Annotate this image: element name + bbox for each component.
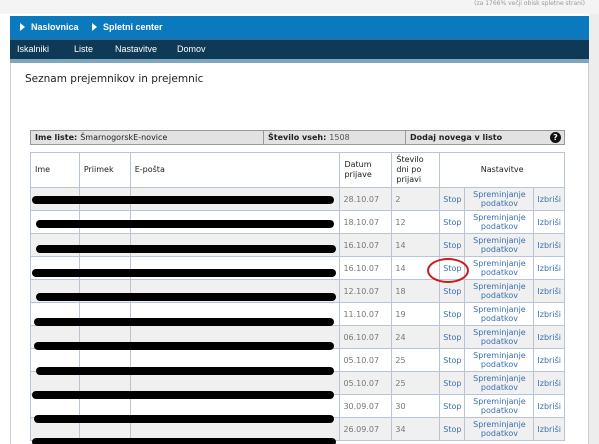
delete-link[interactable]: Izbriši <box>533 394 565 418</box>
col-header-surname: Priimek <box>78 152 131 188</box>
edit-link[interactable]: Spreminjanje podatkov <box>464 302 535 326</box>
arrow-right-icon <box>20 23 25 31</box>
cell-date: 18.10.07 <box>339 210 393 234</box>
cell-date: 16.10.07 <box>339 256 393 280</box>
redaction-bar <box>36 367 334 375</box>
redaction-bar <box>32 269 336 277</box>
delete-link[interactable]: Izbriši <box>533 279 565 303</box>
header-link-label: Naslovnica <box>31 22 79 32</box>
delete-link[interactable]: Izbriši <box>533 417 565 441</box>
list-info-bar: Ime liste: ŠmarnogorskE-novice Število v… <box>30 130 565 145</box>
stop-link[interactable]: Stop <box>439 302 466 326</box>
edit-link[interactable]: Spreminjanje podatkov <box>464 187 535 211</box>
stop-link[interactable]: Stop <box>439 279 466 303</box>
cell-days: 24 <box>391 325 441 349</box>
col-header-days: Število dni po prijavi <box>391 152 441 188</box>
edit-link[interactable]: Spreminjanje podatkov <box>464 417 535 441</box>
edit-link[interactable]: Spreminjanje podatkov <box>464 394 535 418</box>
stop-link[interactable]: Stop <box>439 210 466 234</box>
cell-days: 34 <box>391 417 441 441</box>
cell-date: 11.10.07 <box>339 302 393 326</box>
count-cell: Število vseh: 1508 <box>264 131 406 144</box>
cell-date: 05.10.07 <box>339 348 393 372</box>
add-recipient-link[interactable]: Dodaj novega v listo <box>410 133 502 142</box>
cell-days: 30 <box>391 394 441 418</box>
list-name-value: ŠmarnogorskE-novice <box>80 133 168 142</box>
cell-date: 16.10.07 <box>339 233 393 257</box>
cell-date: 06.10.07 <box>339 325 393 349</box>
cell-date: 28.10.07 <box>339 187 393 211</box>
edit-link[interactable]: Spreminjanje podatkov <box>464 371 535 395</box>
count-label: Število vseh: <box>268 133 327 142</box>
nav-item-nastavitve[interactable]: Nastavitve <box>115 44 157 54</box>
redaction-bar <box>32 391 334 399</box>
edit-link[interactable]: Spreminjanje podatkov <box>464 348 535 372</box>
header-bar: Naslovnica Spletni center <box>10 16 589 39</box>
cell-days: 14 <box>391 233 441 257</box>
edit-link[interactable]: Spreminjanje podatkov <box>464 233 535 257</box>
stop-link[interactable]: Stop <box>439 187 466 211</box>
delete-link[interactable]: Izbriši <box>533 325 565 349</box>
redaction-bar <box>32 438 336 444</box>
top-note: (za 1766% večji obisk spletne strani) <box>474 0 585 7</box>
list-name-cell: Ime liste: ŠmarnogorskE-novice <box>31 131 264 144</box>
cell-days: 25 <box>391 371 441 395</box>
delete-link[interactable]: Izbriši <box>533 233 565 257</box>
cell-days: 18 <box>391 279 441 303</box>
redaction-bar <box>34 342 334 350</box>
nav-bar: Iskalniki Liste Nastavitve Domov <box>10 39 589 59</box>
edit-link[interactable]: Spreminjanje podatkov <box>464 210 535 234</box>
redaction-bar <box>36 220 334 228</box>
delete-link[interactable]: Izbriši <box>533 348 565 372</box>
scrollbar-gutter[interactable] <box>589 14 599 444</box>
cell-days: 25 <box>391 348 441 372</box>
highlight-circle <box>427 258 469 283</box>
cell-date: 12.10.07 <box>339 279 393 303</box>
count-value: 1508 <box>329 133 350 142</box>
edit-link[interactable]: Spreminjanje podatkov <box>464 325 535 349</box>
add-recipient-cell: Dodaj novega v listo ? <box>406 131 564 144</box>
stop-link[interactable]: Stop <box>439 325 466 349</box>
cell-date: 26.09.07 <box>339 417 393 441</box>
col-header-name: Ime <box>30 152 80 188</box>
nav-item-liste[interactable]: Liste <box>74 44 93 54</box>
cell-days: 19 <box>391 302 441 326</box>
col-header-date: Datum prijave <box>339 152 393 188</box>
stop-link[interactable]: Stop <box>439 233 466 257</box>
stop-link[interactable]: Stop <box>439 394 466 418</box>
edit-link[interactable]: Spreminjanje podatkov <box>464 256 535 280</box>
col-header-email: E-pošta <box>129 152 341 188</box>
cell-days: 12 <box>391 210 441 234</box>
page-title: Seznam prejemnikov in prejemnic <box>25 73 204 85</box>
redaction-bar <box>32 196 334 204</box>
stop-link[interactable]: Stop <box>439 371 466 395</box>
nav-item-iskalniki[interactable]: Iskalniki <box>17 44 49 54</box>
delete-link[interactable]: Izbriši <box>533 256 565 280</box>
redaction-bar <box>34 415 334 423</box>
help-icon[interactable]: ? <box>550 132 561 143</box>
stop-link[interactable]: Stop <box>439 348 466 372</box>
stop-link[interactable]: Stop <box>439 417 466 441</box>
nav-strip <box>10 59 589 63</box>
list-name-label: Ime liste: <box>35 133 78 142</box>
redaction-bar <box>34 318 334 326</box>
delete-link[interactable]: Izbriši <box>533 210 565 234</box>
cell-days: 2 <box>391 187 441 211</box>
header-link-spletni-center[interactable]: Spletni center <box>92 22 163 32</box>
col-header-settings: Nastavitve <box>439 152 565 188</box>
delete-link[interactable]: Izbriši <box>533 302 565 326</box>
delete-link[interactable]: Izbriši <box>533 371 565 395</box>
cell-date: 30.09.07 <box>339 394 393 418</box>
arrow-right-icon <box>92 23 97 31</box>
edit-link[interactable]: Spreminjanje podatkov <box>464 279 535 303</box>
cell-date: 05.10.07 <box>339 371 393 395</box>
content-border-left <box>10 63 11 444</box>
header-link-naslovnica[interactable]: Naslovnica <box>20 22 79 32</box>
header-link-label: Spletni center <box>103 22 163 32</box>
table-header-row: Ime Priimek E-pošta Datum prijave Števil… <box>30 152 565 188</box>
delete-link[interactable]: Izbriši <box>533 187 565 211</box>
nav-item-domov[interactable]: Domov <box>177 44 206 54</box>
redaction-bar <box>36 245 336 253</box>
redaction-bar <box>36 293 336 301</box>
